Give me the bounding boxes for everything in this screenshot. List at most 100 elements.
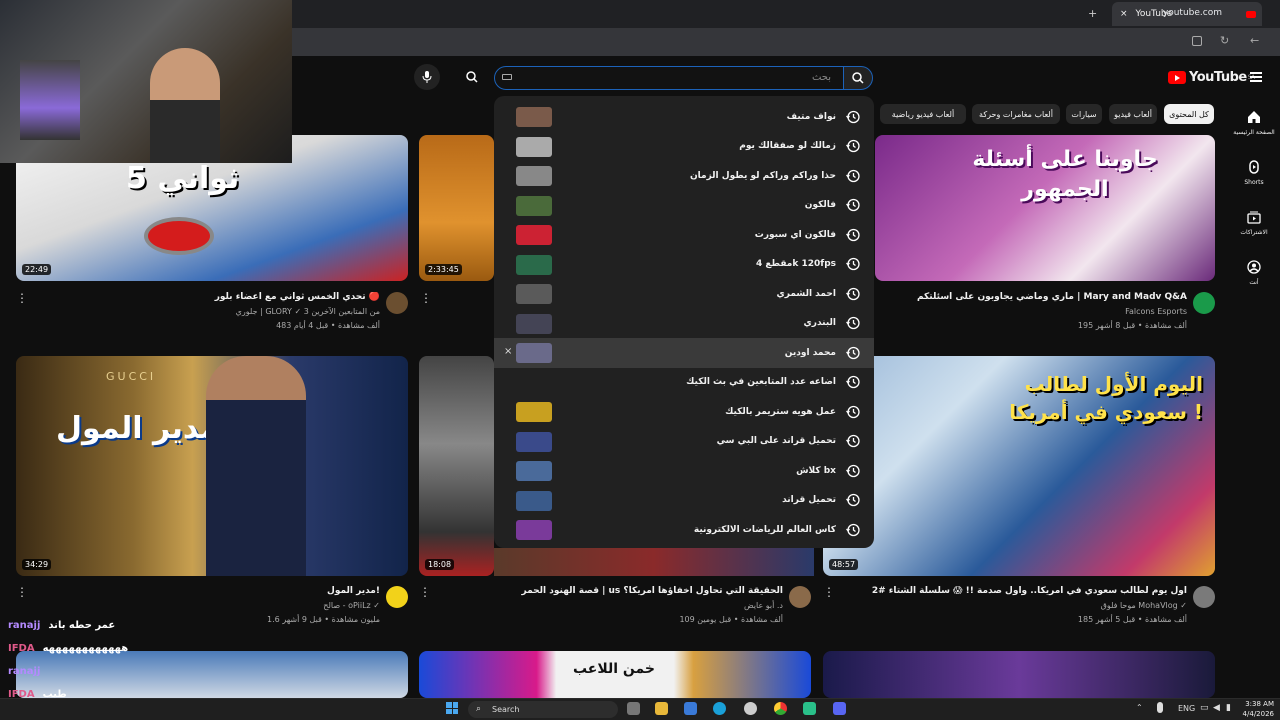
shorts-icon — [1249, 160, 1259, 174]
chip-sports-games[interactable]: ألعاب فيديو رياضية — [880, 104, 966, 124]
channel-avatar[interactable] — [386, 292, 408, 314]
back-arrow-icon[interactable]: ← — [1250, 34, 1259, 47]
chip-cars[interactable]: سيارات — [1066, 104, 1102, 124]
suggestion-item[interactable]: فالكون اي سبورت — [494, 220, 874, 250]
chrome-icon[interactable] — [774, 702, 787, 715]
channel-avatar[interactable] — [1193, 586, 1215, 608]
tune-icon[interactable] — [1192, 36, 1202, 46]
reload-icon[interactable]: ↻ — [1220, 34, 1229, 47]
thumbnail-strip — [494, 548, 814, 576]
clock[interactable]: 3:38 AM 4/4/2026 — [1243, 699, 1274, 719]
channel-avatar[interactable] — [1193, 292, 1215, 314]
channel-avatar[interactable] — [386, 586, 408, 608]
battery-icon[interactable]: ▮ — [1226, 703, 1231, 713]
youtube-favicon-icon — [1246, 10, 1256, 18]
chip-video-games[interactable]: ألعاب فيديو — [1109, 104, 1157, 124]
suggestion-item[interactable]: مقطع 4k 120fps — [494, 250, 874, 280]
close-tab-icon[interactable]: × — [1120, 9, 1128, 19]
video-thumbnail[interactable]: اليوم الأول لطالب سعودي في أمريكا ! 48:5… — [823, 356, 1215, 576]
suggestion-item[interactable]: عمل هويه ستريمر بالكيك — [494, 397, 874, 427]
chip-action-adventure[interactable]: ألعاب مغامرات وحركة — [972, 104, 1060, 124]
settings-icon[interactable] — [744, 702, 757, 715]
more-options-icon[interactable]: ⋮ — [823, 586, 835, 598]
channel-name[interactable]: Falcons Esports — [1125, 307, 1187, 316]
nav-subscriptions[interactable]: الاشتراكات — [1228, 210, 1280, 236]
network-icon[interactable]: ▭ — [1200, 703, 1209, 713]
chip-all[interactable]: كل المحتوى — [1164, 104, 1214, 124]
suggestion-item[interactable]: نواف متيف — [494, 102, 874, 132]
discord-icon[interactable] — [833, 702, 846, 715]
duration-badge: 2:33:45 — [425, 264, 462, 275]
kick-icon[interactable] — [803, 702, 816, 715]
new-tab-icon[interactable]: + — [1088, 7, 1097, 20]
nav-shorts[interactable]: Shorts — [1228, 160, 1280, 186]
video-thumbnail[interactable] — [823, 651, 1215, 698]
more-options-icon[interactable]: ⋮ — [420, 292, 432, 304]
video-thumbnail[interactable]: جاوبنا على أسئلة الجمهور — [875, 135, 1215, 281]
suggestion-item[interactable]: تحميل قراند — [494, 486, 874, 516]
youtube-logo[interactable]: YouTube SA — [1168, 70, 1255, 85]
history-icon — [846, 140, 860, 153]
suggestion-item[interactable]: فالكون — [494, 191, 874, 221]
video-title[interactable]: مدير المول! — [327, 586, 380, 596]
clock-date: 4/4/2026 — [1242, 710, 1274, 718]
voice-search-button[interactable] — [414, 64, 440, 90]
video-title[interactable]: تحدي الخمس ثواني مع اعضاء بلور 🔴 — [30, 292, 380, 302]
logo-text: YouTube — [1189, 70, 1247, 85]
search-toggle-button[interactable] — [459, 64, 485, 90]
channel-name[interactable]: صالح - oPiiLz ✓ — [323, 601, 380, 610]
more-options-icon[interactable]: ⋮ — [16, 586, 28, 598]
search-button[interactable] — [843, 66, 873, 90]
search-suggestions-dropdown: نواف متيف زمالك لو صفقالك يوم حذا وراكم ور… — [494, 96, 874, 548]
suggestion-item[interactable]: زمالك لو صفقالك يوم — [494, 132, 874, 162]
history-icon — [846, 169, 860, 182]
thumbnail-text: خمن اللاعب — [572, 661, 656, 677]
taskbar-search[interactable]: Search — [468, 701, 618, 718]
video-thumbnail[interactable]: 2:33:45 — [419, 135, 494, 281]
video-title[interactable]: أول يوم لطالب سعودي في أمريكا.. وأول صدم… — [847, 586, 1187, 596]
language-indicator[interactable]: ENG — [1178, 704, 1195, 713]
nav-you[interactable]: أنت — [1228, 260, 1280, 286]
chat-text: ههههههههههههه — [42, 643, 129, 654]
video-thumbnail[interactable]: 18:08 — [419, 356, 494, 576]
suggestion-item[interactable]: محمد اودين × — [494, 338, 874, 368]
suggestion-item[interactable]: كلاش bx — [494, 456, 874, 486]
mic-tray-icon[interactable] — [1157, 702, 1163, 713]
channel-name[interactable]: جلوري | GLORY ✓ 3 من المتابعين الآخرين — [236, 307, 380, 316]
suggestion-thumbnail — [516, 402, 552, 422]
volume-icon[interactable]: ◀ — [1213, 703, 1220, 713]
channel-name[interactable]: موحا فلوق MohaVlog ✓ — [1101, 601, 1187, 610]
video-thumbnail[interactable]: GUCCI مدير المول! 34:29 — [16, 356, 408, 576]
suggestion-item[interactable]: تحميل قراند على البي سي — [494, 427, 874, 457]
keyboard-icon[interactable] — [502, 74, 512, 80]
store-icon[interactable] — [684, 702, 697, 715]
suggestion-item[interactable]: اضاعه عدد المتابعين في بث الكيك — [494, 368, 874, 398]
remove-suggestion-icon[interactable]: × — [504, 346, 512, 357]
history-icon — [846, 435, 860, 448]
channel-avatar[interactable] — [789, 586, 811, 608]
search-input[interactable]: بحث — [494, 66, 844, 90]
video-title[interactable]: قصة الهنود الحمر | us الحقيقة التي تحاول… — [453, 586, 783, 596]
channel-name[interactable]: د. أبو عايض — [744, 601, 783, 610]
more-options-icon[interactable]: ⋮ — [419, 586, 431, 598]
file-explorer-icon[interactable] — [655, 702, 668, 715]
suggestion-item[interactable]: كاس العالم للرياضات الالكترونية — [494, 515, 874, 545]
suggestion-item[interactable]: احمد الشمري — [494, 279, 874, 309]
nav-home[interactable]: الصفحة الرئيسية — [1228, 110, 1280, 136]
suggestion-item[interactable]: حذا وراكم وراكم لو يطول الزمان — [494, 161, 874, 191]
video-thumbnail[interactable] — [16, 651, 408, 698]
suggestion-item[interactable]: البندري — [494, 309, 874, 339]
video-meta: 1.6 مليون مشاهدة • قبل 9 أشهر — [267, 615, 380, 624]
edge-icon[interactable] — [713, 702, 726, 715]
more-options-icon[interactable]: ⋮ — [16, 292, 28, 304]
nav-you-label: أنت — [1249, 279, 1259, 286]
suggestion-thumbnail — [516, 136, 552, 157]
task-view-icon[interactable] — [627, 702, 640, 715]
tray-chevron-icon[interactable]: ⌃ — [1136, 703, 1143, 712]
video-title[interactable]: ماري وماضي يجاوبون على أسئلتكم | Mary an… — [887, 292, 1187, 302]
windows-start-icon[interactable] — [446, 702, 458, 714]
subscriptions-icon — [1247, 211, 1261, 224]
nav-home-label: الصفحة الرئيسية — [1233, 129, 1275, 136]
menu-icon[interactable] — [1250, 70, 1262, 84]
video-thumbnail[interactable]: خمن اللاعب — [419, 651, 811, 698]
